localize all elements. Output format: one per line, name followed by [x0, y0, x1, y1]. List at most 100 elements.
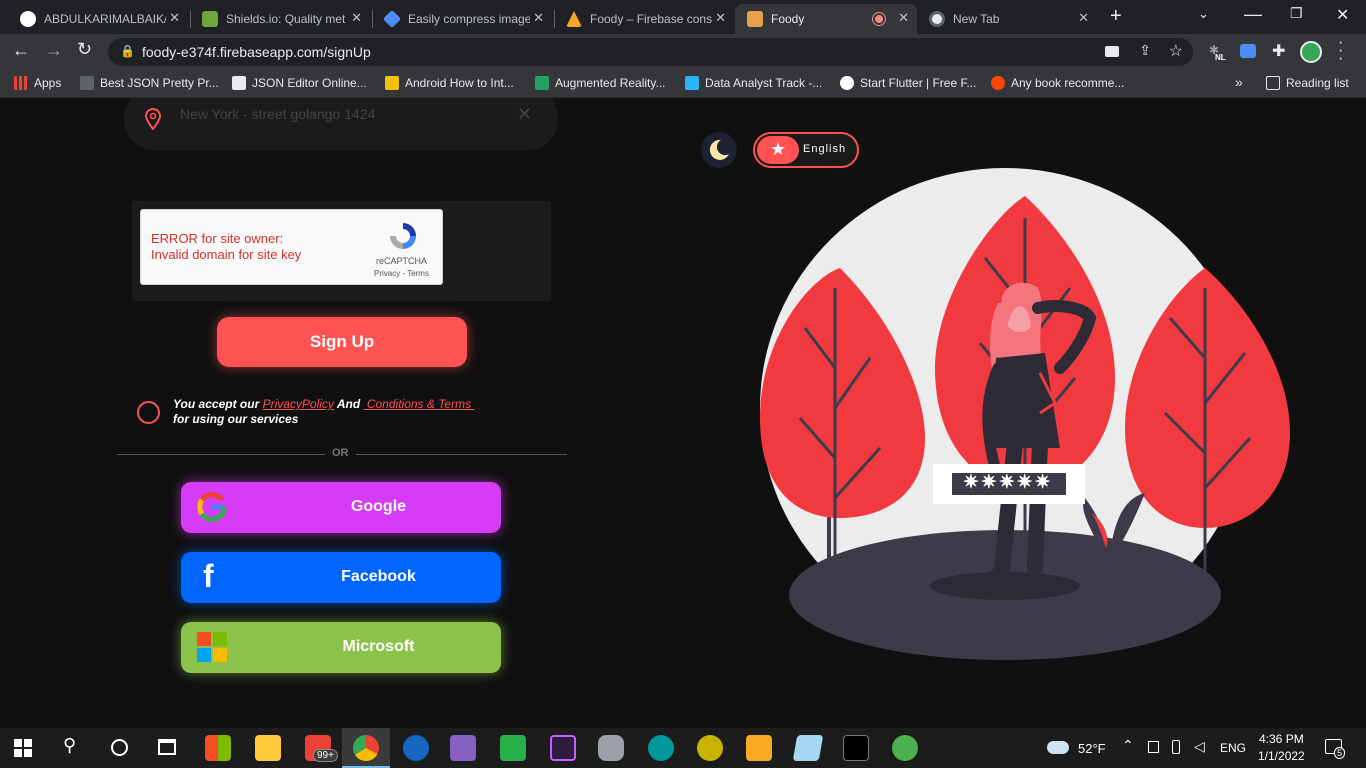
- address-bar[interactable]: 🔒 foody-e374f.firebaseapp.com/signUp ⇪ ☆: [108, 38, 1193, 66]
- bookmark-data-analyst[interactable]: Data Analyst Track -...: [685, 76, 822, 90]
- facebook-signin-button[interactable]: f Facebook: [181, 552, 501, 603]
- android-icon: [385, 76, 399, 90]
- new-tab-plus-icon[interactable]: +: [1110, 5, 1122, 28]
- reload-icon[interactable]: ↻: [77, 39, 92, 60]
- terms-checkbox[interactable]: [137, 401, 160, 424]
- terms-suffix: for using our services: [173, 412, 299, 426]
- windows-taskbar: ⚲ 99+ 52°F ⌃ ◁ ENG 4:36 PM 1/1/2022 5: [0, 728, 1366, 768]
- bookmark-star-icon[interactable]: ☆: [1169, 41, 1183, 61]
- search-icon[interactable]: ⚲: [63, 735, 76, 756]
- phpstorm-icon[interactable]: [550, 735, 576, 761]
- bookmark-label: Data Analyst Track -...: [705, 76, 823, 90]
- foody-icon: [747, 11, 763, 27]
- arduino-icon[interactable]: [648, 735, 674, 761]
- privacy-policy-link[interactable]: PrivacyPolicy: [263, 397, 334, 411]
- address-field[interactable]: New York - street golango 1424 ✕: [124, 98, 558, 150]
- tray-meet-icon[interactable]: [1148, 741, 1159, 753]
- minimize-icon[interactable]: —: [1244, 4, 1262, 25]
- close-tab-icon[interactable]: ✕: [533, 10, 544, 26]
- extension-flag-icon[interactable]: ✱ NL: [1207, 43, 1227, 62]
- gmail-icon[interactable]: 99+: [305, 735, 338, 762]
- close-tab-icon[interactable]: ✕: [169, 10, 180, 26]
- task-view-icon[interactable]: [158, 739, 176, 755]
- tab-firebase[interactable]: Foody – Firebase cons ✕: [554, 4, 734, 34]
- bookmark-label: Augmented Reality...: [555, 76, 666, 90]
- close-tab-icon[interactable]: ✕: [898, 10, 909, 26]
- recaptcha-brand: reCAPTCHA: [376, 256, 428, 266]
- diamond-icon: [382, 9, 402, 29]
- language-switch[interactable]: ★ English: [753, 132, 859, 168]
- language-knob: ★: [757, 136, 799, 164]
- tool-icon[interactable]: [500, 735, 526, 761]
- bookmark-label: Start Flutter | Free F...: [860, 76, 977, 90]
- tab-compress[interactable]: Easily compress image ✕: [372, 4, 552, 34]
- send-icon[interactable]: [892, 735, 918, 761]
- menu-dots-icon[interactable]: · · ·: [1338, 35, 1343, 67]
- extensions-puzzle-icon[interactable]: ✚: [1272, 41, 1285, 61]
- signup-label: Sign Up: [309, 332, 375, 351]
- back-arrow-icon[interactable]: ←: [12, 40, 30, 61]
- sublime-icon[interactable]: [746, 735, 772, 761]
- database-icon[interactable]: [598, 735, 624, 761]
- tab-new-tab[interactable]: New Tab ✕: [917, 4, 1097, 34]
- close-tab-icon[interactable]: ✕: [1078, 10, 1089, 26]
- store-icon[interactable]: [205, 735, 231, 761]
- dark-mode-toggle[interactable]: [701, 132, 737, 168]
- google-signin-button[interactable]: Google: [181, 482, 501, 533]
- language-indicator[interactable]: ENG: [1220, 741, 1246, 755]
- close-window-icon[interactable]: ✕: [1336, 5, 1349, 25]
- bookmark-apps[interactable]: Apps: [14, 76, 61, 90]
- visual-studio-icon[interactable]: [450, 735, 476, 761]
- bookmark-ar[interactable]: Augmented Reality...: [535, 76, 666, 90]
- chrome-taskbar-icon[interactable]: [353, 735, 379, 761]
- file-explorer-icon[interactable]: [255, 735, 281, 761]
- tray-chevron-icon[interactable]: ⌃: [1122, 737, 1134, 754]
- clock-date[interactable]: 1/1/2022: [1258, 749, 1305, 763]
- snail-icon[interactable]: [697, 735, 723, 761]
- language-label: English: [803, 143, 847, 155]
- tray-usb-icon[interactable]: [1172, 740, 1180, 754]
- clear-x-icon[interactable]: ✕: [517, 104, 532, 125]
- windows-start-icon[interactable]: [14, 739, 32, 757]
- weather-temp[interactable]: 52°F: [1078, 741, 1106, 756]
- translate-icon[interactable]: [1240, 44, 1256, 58]
- bookmark-label: Any book recomme...: [1011, 76, 1125, 90]
- share-icon[interactable]: ⇪: [1139, 42, 1151, 59]
- clock-time[interactable]: 4:36 PM: [1259, 732, 1304, 746]
- tab-search-chevron-icon[interactable]: ⌄: [1198, 6, 1209, 22]
- tray-speaker-icon[interactable]: ◁: [1194, 738, 1205, 755]
- signup-button[interactable]: Sign Up: [217, 317, 467, 367]
- password-mask: ✷✷✷✷✷: [963, 472, 1053, 493]
- terms-and: And: [333, 397, 364, 411]
- tab-foody-active[interactable]: Foody ✕: [735, 4, 917, 34]
- chrome-icon: [929, 11, 945, 27]
- bookmark-android[interactable]: Android How to Int...: [385, 76, 514, 90]
- forward-arrow-icon[interactable]: →: [45, 40, 63, 61]
- browser-toolbar: ← → ↻ 🔒 foody-e374f.firebaseapp.com/sign…: [0, 34, 1366, 70]
- cortana-icon[interactable]: [111, 739, 128, 756]
- bookmark-json-pretty[interactable]: Best JSON Pretty Pr...: [80, 76, 219, 90]
- bookmark-book[interactable]: Any book recomme...: [991, 76, 1124, 90]
- recaptcha-widget[interactable]: ERROR for site owner: Invalid domain for…: [140, 209, 443, 285]
- bookmark-json-editor[interactable]: JSON Editor Online...: [232, 76, 367, 90]
- close-tab-icon[interactable]: ✕: [715, 10, 726, 26]
- notes-icon[interactable]: [792, 735, 824, 761]
- conditions-terms-link[interactable]: Conditions & Terms: [364, 397, 475, 411]
- microsoft-signin-button[interactable]: Microsoft: [181, 622, 501, 673]
- ar-icon: [535, 76, 549, 90]
- restore-icon[interactable]: ❐: [1290, 5, 1303, 22]
- browser-tab-strip: ABDULKARIMALBAIK/ ✕ Shields.io: Quality …: [0, 0, 1366, 34]
- terminal-icon[interactable]: [843, 735, 869, 761]
- camera-icon[interactable]: [1105, 46, 1119, 57]
- reading-list[interactable]: Reading list: [1266, 76, 1349, 90]
- notification-badge: 99+: [313, 749, 338, 762]
- profile-avatar[interactable]: [1300, 41, 1322, 63]
- tab-shields[interactable]: Shields.io: Quality met ✕: [190, 4, 370, 34]
- recaptcha-links[interactable]: Privacy - Terms: [374, 269, 429, 278]
- close-tab-icon[interactable]: ✕: [351, 10, 362, 26]
- wordpad-icon[interactable]: [403, 735, 429, 761]
- more-bookmarks-chevron[interactable]: »: [1235, 74, 1243, 90]
- tab-github[interactable]: ABDULKARIMALBAIK/ ✕: [8, 4, 188, 34]
- google-label: Google: [350, 498, 407, 515]
- bookmark-flutter[interactable]: Start Flutter | Free F...: [840, 76, 976, 90]
